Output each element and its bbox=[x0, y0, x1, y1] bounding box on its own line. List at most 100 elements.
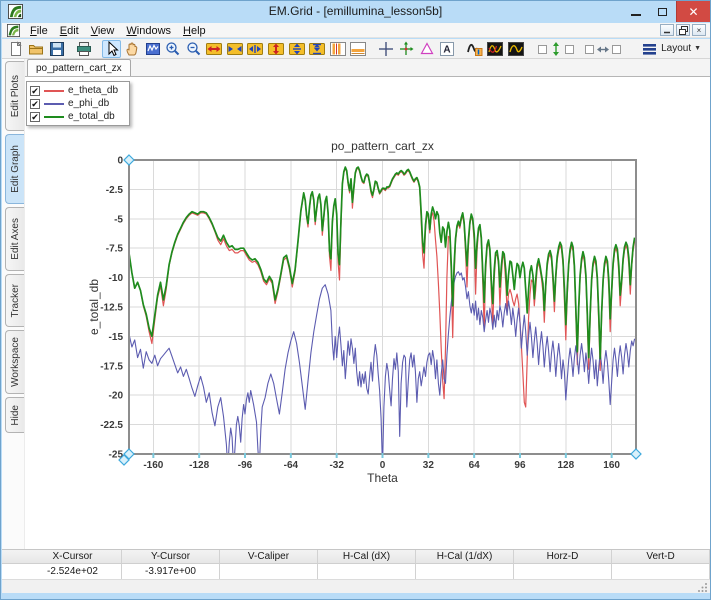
shrink-y-icon bbox=[309, 41, 325, 57]
fit-vertical-icon bbox=[537, 41, 575, 57]
status-col-x-cursor: X-Cursor bbox=[24, 550, 122, 564]
caliper-triangle-button[interactable] bbox=[417, 40, 437, 58]
sidebar-tab-workspace[interactable]: Workspace bbox=[5, 330, 24, 394]
expand-y-blue-icon bbox=[289, 41, 305, 57]
window-title: EM.Grid - [emillumina_lesson5b] bbox=[1, 4, 710, 18]
menu-edit[interactable]: Edit bbox=[54, 25, 85, 37]
pan-hand-button[interactable] bbox=[122, 40, 142, 58]
x-axis-label: Theta bbox=[367, 471, 398, 485]
maximize-button[interactable] bbox=[649, 1, 675, 22]
tracker-axes-icon bbox=[398, 41, 414, 57]
resize-grip[interactable] bbox=[698, 582, 708, 592]
y-tick-label: -22.5 bbox=[100, 420, 123, 431]
expand-x-red-button[interactable] bbox=[205, 40, 225, 58]
legend-checkbox[interactable]: ✔ bbox=[30, 112, 40, 122]
zoom-out-button[interactable] bbox=[184, 40, 204, 58]
toolbar-separator bbox=[458, 40, 465, 58]
sidebar-tab-hide[interactable]: Hide bbox=[5, 397, 24, 433]
zoom-in-button[interactable] bbox=[163, 40, 183, 58]
tracker-axes-button[interactable] bbox=[396, 40, 416, 58]
status-value: -2.524e+02 bbox=[24, 564, 122, 579]
minimize-button[interactable] bbox=[623, 1, 649, 22]
pointer-button[interactable] bbox=[102, 40, 122, 58]
sidebar-tabs: Edit Plots Edit Graph Edit Axes Tracker Work… bbox=[2, 59, 25, 549]
status-value bbox=[416, 564, 514, 579]
new-document-button[interactable] bbox=[6, 40, 26, 58]
legend-item-e_phi_db[interactable]: ✔e_phi_db bbox=[30, 97, 126, 110]
menu-windows[interactable]: Windows bbox=[120, 25, 177, 37]
print-button[interactable] bbox=[74, 40, 94, 58]
close-button[interactable]: ✕ bbox=[676, 1, 710, 22]
layout-label: Layout bbox=[661, 43, 691, 54]
expand-y-red-button[interactable] bbox=[266, 40, 286, 58]
y-tick-label: -10 bbox=[109, 273, 124, 284]
expand-y-blue-button[interactable] bbox=[287, 40, 307, 58]
expand-x-blue-icon bbox=[227, 41, 243, 57]
status-header-row: X-CursorY-CursorV-CaliperH-Cal (dX)H-Cal… bbox=[2, 550, 710, 564]
zoom-window-button[interactable] bbox=[143, 40, 163, 58]
zoom-window-icon bbox=[145, 41, 161, 57]
left-axis-button[interactable] bbox=[328, 40, 348, 58]
status-col-v-caliper: V-Caliper bbox=[220, 550, 318, 564]
open-button[interactable] bbox=[27, 40, 47, 58]
document-tab[interactable]: po_pattern_cart_zx bbox=[27, 59, 131, 76]
save-button[interactable] bbox=[47, 40, 67, 58]
print-icon bbox=[76, 41, 92, 57]
fit-horizontal-icon bbox=[584, 41, 622, 57]
sidebar-tab-edit-axes[interactable]: Edit Axes bbox=[5, 207, 24, 271]
menu-file[interactable]: File bbox=[24, 25, 54, 37]
left-axis-icon bbox=[330, 41, 346, 57]
curves-yellow-icon bbox=[508, 41, 524, 57]
x-tick-label: 0 bbox=[380, 460, 386, 471]
legend-item-e_theta_db[interactable]: ✔e_theta_db bbox=[30, 84, 126, 97]
plot-svg[interactable]: -160-128-96-64-3203264961281600-2.5-5-7.… bbox=[25, 77, 709, 548]
mdi-minimize-button[interactable] bbox=[660, 24, 674, 36]
menu-view[interactable]: View bbox=[85, 25, 121, 37]
expand-x-blue-button[interactable] bbox=[225, 40, 245, 58]
clip-curve-button[interactable] bbox=[465, 40, 485, 58]
x-tick-label: 128 bbox=[557, 460, 574, 471]
toolbar-separator bbox=[627, 40, 634, 58]
fit-vertical-button[interactable] bbox=[533, 40, 579, 58]
curves-red-button[interactable] bbox=[485, 40, 505, 58]
legend-line-sample bbox=[44, 90, 64, 92]
legend-checkbox[interactable]: ✔ bbox=[30, 99, 40, 109]
x-tick-label: -128 bbox=[189, 460, 209, 471]
legend[interactable]: ✔e_theta_db✔e_phi_db✔e_total_db bbox=[26, 81, 130, 126]
shrink-y-button[interactable] bbox=[307, 40, 327, 58]
y-tick-label: 0 bbox=[117, 156, 123, 167]
y-tick-label: -7.5 bbox=[106, 244, 124, 255]
menu-help[interactable]: Help bbox=[177, 25, 212, 37]
document-tab-strip: po_pattern_cart_zx bbox=[25, 59, 710, 77]
x-tick-label: 64 bbox=[469, 460, 481, 471]
fit-horizontal-button[interactable] bbox=[580, 40, 626, 58]
status-bar: X-CursorY-CursorV-CaliperH-Cal (dX)H-Cal… bbox=[2, 549, 710, 593]
toolbar-separator bbox=[369, 40, 376, 58]
bottom-axis-button[interactable] bbox=[348, 40, 368, 58]
chevron-down-icon: ▼ bbox=[694, 45, 701, 52]
window-bottom-frame bbox=[1, 593, 710, 600]
chart-title: po_pattern_cart_zx bbox=[331, 139, 434, 153]
shrink-x-button[interactable] bbox=[246, 40, 266, 58]
open-icon bbox=[28, 41, 44, 57]
sidebar-tab-edit-plots[interactable]: Edit Plots bbox=[5, 61, 24, 131]
title-bar: EM.Grid - [emillumina_lesson5b] ✕ bbox=[1, 1, 710, 23]
sidebar-tab-edit-graph[interactable]: Edit Graph bbox=[5, 134, 24, 204]
text-annotation-icon: A bbox=[439, 41, 455, 57]
x-tick-label: -96 bbox=[238, 460, 253, 471]
curves-yellow-button[interactable] bbox=[506, 40, 526, 58]
mdi-restore-button[interactable] bbox=[676, 24, 690, 36]
zoom-out-icon bbox=[186, 41, 202, 57]
status-value: -3.917e+00 bbox=[122, 564, 220, 579]
crosshair-button[interactable] bbox=[376, 40, 396, 58]
zoom-in-icon bbox=[165, 41, 181, 57]
mdi-close-button[interactable]: × bbox=[692, 24, 706, 36]
chart-canvas[interactable]: -160-128-96-64-3203264961281600-2.5-5-7.… bbox=[25, 77, 709, 548]
legend-item-e_total_db[interactable]: ✔e_total_db bbox=[30, 110, 126, 123]
menu-items: FileEditViewWindowsHelp bbox=[24, 21, 212, 39]
y-tick-label: -20 bbox=[109, 391, 124, 402]
legend-checkbox[interactable]: ✔ bbox=[30, 86, 40, 96]
sidebar-tab-tracker[interactable]: Tracker bbox=[5, 274, 24, 327]
layout-button[interactable]: Layout▼ bbox=[634, 40, 709, 58]
text-annotation-button[interactable]: A bbox=[437, 40, 457, 58]
